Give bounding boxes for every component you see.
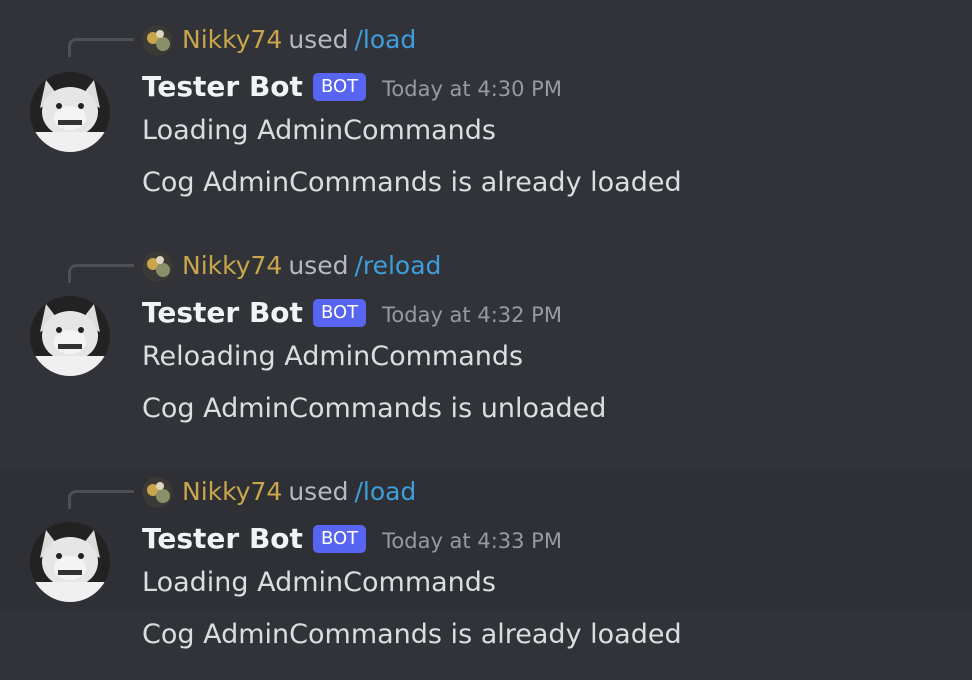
reply-spine [68, 38, 134, 57]
message-list: Nikky74 used/load Tester Bot BOT Today at… [0, 0, 972, 680]
user-avatar-small-icon[interactable] [142, 477, 173, 508]
reference-username[interactable]: Nikky74 [182, 477, 282, 506]
bot-avatar-icon[interactable] [30, 296, 110, 376]
bot-badge: BOT [312, 524, 367, 553]
message[interactable]: Nikky74 used/load Tester Bot BOT Today at… [0, 470, 972, 610]
message-header: Tester Bot BOT Today at 4:33 PM [142, 522, 562, 555]
reference-command[interactable]: /load [354, 25, 416, 54]
reference-username[interactable]: Nikky74 [182, 251, 282, 280]
bot-badge: BOT [312, 72, 367, 101]
reference-username[interactable]: Nikky74 [182, 25, 282, 54]
reference-used-text: used [288, 25, 349, 54]
reference-command[interactable]: /load [354, 477, 416, 506]
message-line: Loading AdminCommands [142, 115, 496, 146]
author-username[interactable]: Tester Bot [142, 296, 303, 329]
author-username[interactable]: Tester Bot [142, 522, 303, 555]
message-timestamp[interactable]: Today at 4:30 PM [382, 73, 562, 101]
message-line: Reloading AdminCommands [142, 341, 524, 372]
reference-used-text: used [288, 477, 349, 506]
reference-command[interactable]: /reload [354, 251, 441, 280]
command-reference: Nikky74 used/load [182, 25, 416, 54]
message-line: Loading AdminCommands [142, 567, 496, 598]
bot-badge: BOT [312, 298, 367, 327]
message-timestamp[interactable]: Today at 4:32 PM [382, 299, 562, 327]
command-reference: Nikky74 used/load [182, 477, 416, 506]
reference-used-text: used [288, 251, 349, 280]
user-avatar-small-icon[interactable] [142, 251, 173, 282]
message[interactable]: Nikky74 used/reload Tester Bot BOT Today … [0, 226, 972, 470]
user-avatar-small-icon[interactable] [142, 25, 173, 56]
message-header: Tester Bot BOT Today at 4:32 PM [142, 296, 562, 329]
bot-avatar-icon[interactable] [30, 72, 110, 152]
command-reference: Nikky74 used/reload [182, 251, 441, 280]
message-timestamp[interactable]: Today at 4:33 PM [382, 525, 562, 553]
bot-avatar-icon[interactable] [30, 522, 110, 602]
message-line: Cog AdminCommands is already loaded [142, 167, 682, 198]
author-username[interactable]: Tester Bot [142, 70, 303, 103]
reply-spine [68, 264, 134, 283]
reply-spine [68, 490, 134, 509]
message[interactable]: Nikky74 used/load Tester Bot BOT Today at… [0, 0, 972, 226]
message-header: Tester Bot BOT Today at 4:30 PM [142, 70, 562, 103]
message-line: Cog AdminCommands is already loaded [142, 619, 682, 650]
message-line: Cog AdminCommands is unloaded [142, 393, 607, 424]
